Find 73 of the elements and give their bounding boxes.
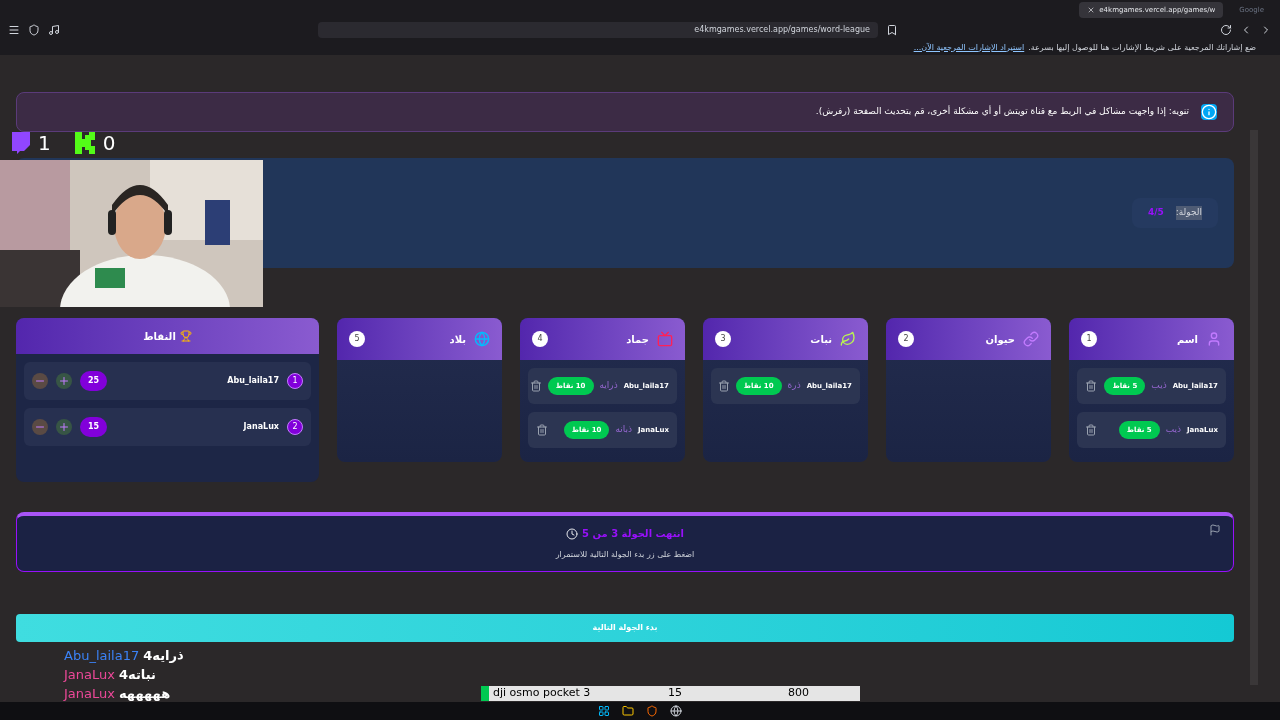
leaf-icon: [840, 331, 856, 347]
round-end-subtitle: اضغط على زر بدء الجولة التالية للاستمرار: [555, 549, 695, 561]
answer-word: ذرايه: [599, 379, 618, 393]
remove-point-button[interactable]: [32, 373, 48, 389]
remove-point-button[interactable]: [32, 419, 48, 435]
chat-username: JanaLux: [64, 684, 115, 703]
chat-message: ذرايه4: [143, 646, 184, 665]
chat-message: نباته4: [118, 665, 156, 684]
score-value: 15: [80, 417, 108, 437]
trash-icon[interactable]: [529, 380, 542, 392]
tv-icon: [657, 331, 673, 347]
goal-count: 15: [668, 685, 683, 702]
kick-icon: [74, 132, 95, 154]
answer-word: ذيب: [1165, 423, 1181, 437]
category-number: 3: [715, 331, 731, 347]
scores-title: النقاط: [143, 329, 176, 344]
speech-bubble-icon: [10, 132, 30, 154]
music-icon[interactable]: [48, 24, 60, 36]
category-title: اسم: [1176, 332, 1198, 347]
flag-icon: [1209, 524, 1221, 536]
plus-icon: [58, 421, 70, 433]
answer-word: ذيب: [1151, 379, 1167, 393]
folder-icon[interactable]: [622, 705, 634, 717]
round-value: 4/5: [1147, 206, 1164, 220]
trash-icon[interactable]: [717, 380, 730, 392]
category-number: 4: [532, 331, 548, 347]
clock-icon: [566, 527, 578, 540]
rank-badge: 1: [287, 373, 303, 389]
bookmark-icon[interactable]: [886, 24, 898, 36]
shield-icon[interactable]: [28, 24, 40, 36]
notice-text: تنويه: إذا واجهت مشاكل في الربط مع قناة تويتش أو أي مشكلة أخرى، قم بتحديث الصفحة (رفرش).: [815, 105, 1189, 119]
globe-icon[interactable]: [670, 705, 682, 717]
chat-username: Abu_laila17: [64, 646, 140, 665]
round-end-title: انتهت الجولة 3 من 5: [582, 527, 684, 541]
trophy-icon: [179, 330, 192, 342]
menu-icon[interactable]: [8, 24, 20, 36]
bookmarks-hint: ضع إشاراتك المرجعية على شريط الإشارات هنا للوصول إليها بسرعة.: [1028, 41, 1256, 54]
link-icon: [1023, 331, 1039, 347]
category-number: 1: [1081, 331, 1097, 347]
plus-icon: [58, 375, 70, 387]
player-name: JanaLux: [243, 421, 279, 433]
score-value: 25: [80, 371, 108, 391]
globe-icon: [474, 331, 490, 347]
chat-message: هههههه: [118, 684, 171, 703]
score-count: 0: [102, 130, 116, 157]
category-title: بلاد: [449, 332, 466, 347]
chat-username: JanaLux: [64, 665, 115, 684]
address-bar[interactable]: e4kmgames.vercel.app/games/word-league: [318, 22, 878, 38]
category-title: جماد: [626, 332, 649, 347]
trash-icon[interactable]: [1085, 380, 1097, 392]
close-icon[interactable]: [1087, 6, 1096, 14]
category-title: نبات: [810, 332, 832, 347]
player-name: Abu_laila17: [227, 375, 279, 387]
rank-badge: 2: [287, 419, 303, 435]
round-label: الجولة:: [1175, 206, 1202, 220]
shield-icon[interactable]: [646, 705, 658, 717]
score-count: 1: [38, 130, 51, 157]
goal-target: 800: [788, 685, 809, 702]
answer-word: ذرة: [787, 379, 801, 393]
category-number: 5: [349, 331, 365, 347]
answer-word: ذبانه: [615, 423, 632, 437]
category-title: حيوان: [985, 332, 1015, 347]
add-point-button[interactable]: [56, 419, 72, 435]
trash-icon[interactable]: [1085, 424, 1097, 436]
add-point-button[interactable]: [56, 373, 72, 389]
start-icon[interactable]: [598, 705, 610, 717]
reload-icon[interactable]: [1220, 24, 1232, 36]
trash-icon[interactable]: [536, 424, 548, 436]
info-icon: [1201, 104, 1217, 120]
import-bookmarks-link[interactable]: استيراد الإشارات المرجعية الآن...: [913, 41, 1025, 54]
goal-name: dji osmo pocket 3: [493, 685, 592, 702]
category-number: 2: [898, 331, 914, 347]
person-icon: [1206, 331, 1222, 347]
